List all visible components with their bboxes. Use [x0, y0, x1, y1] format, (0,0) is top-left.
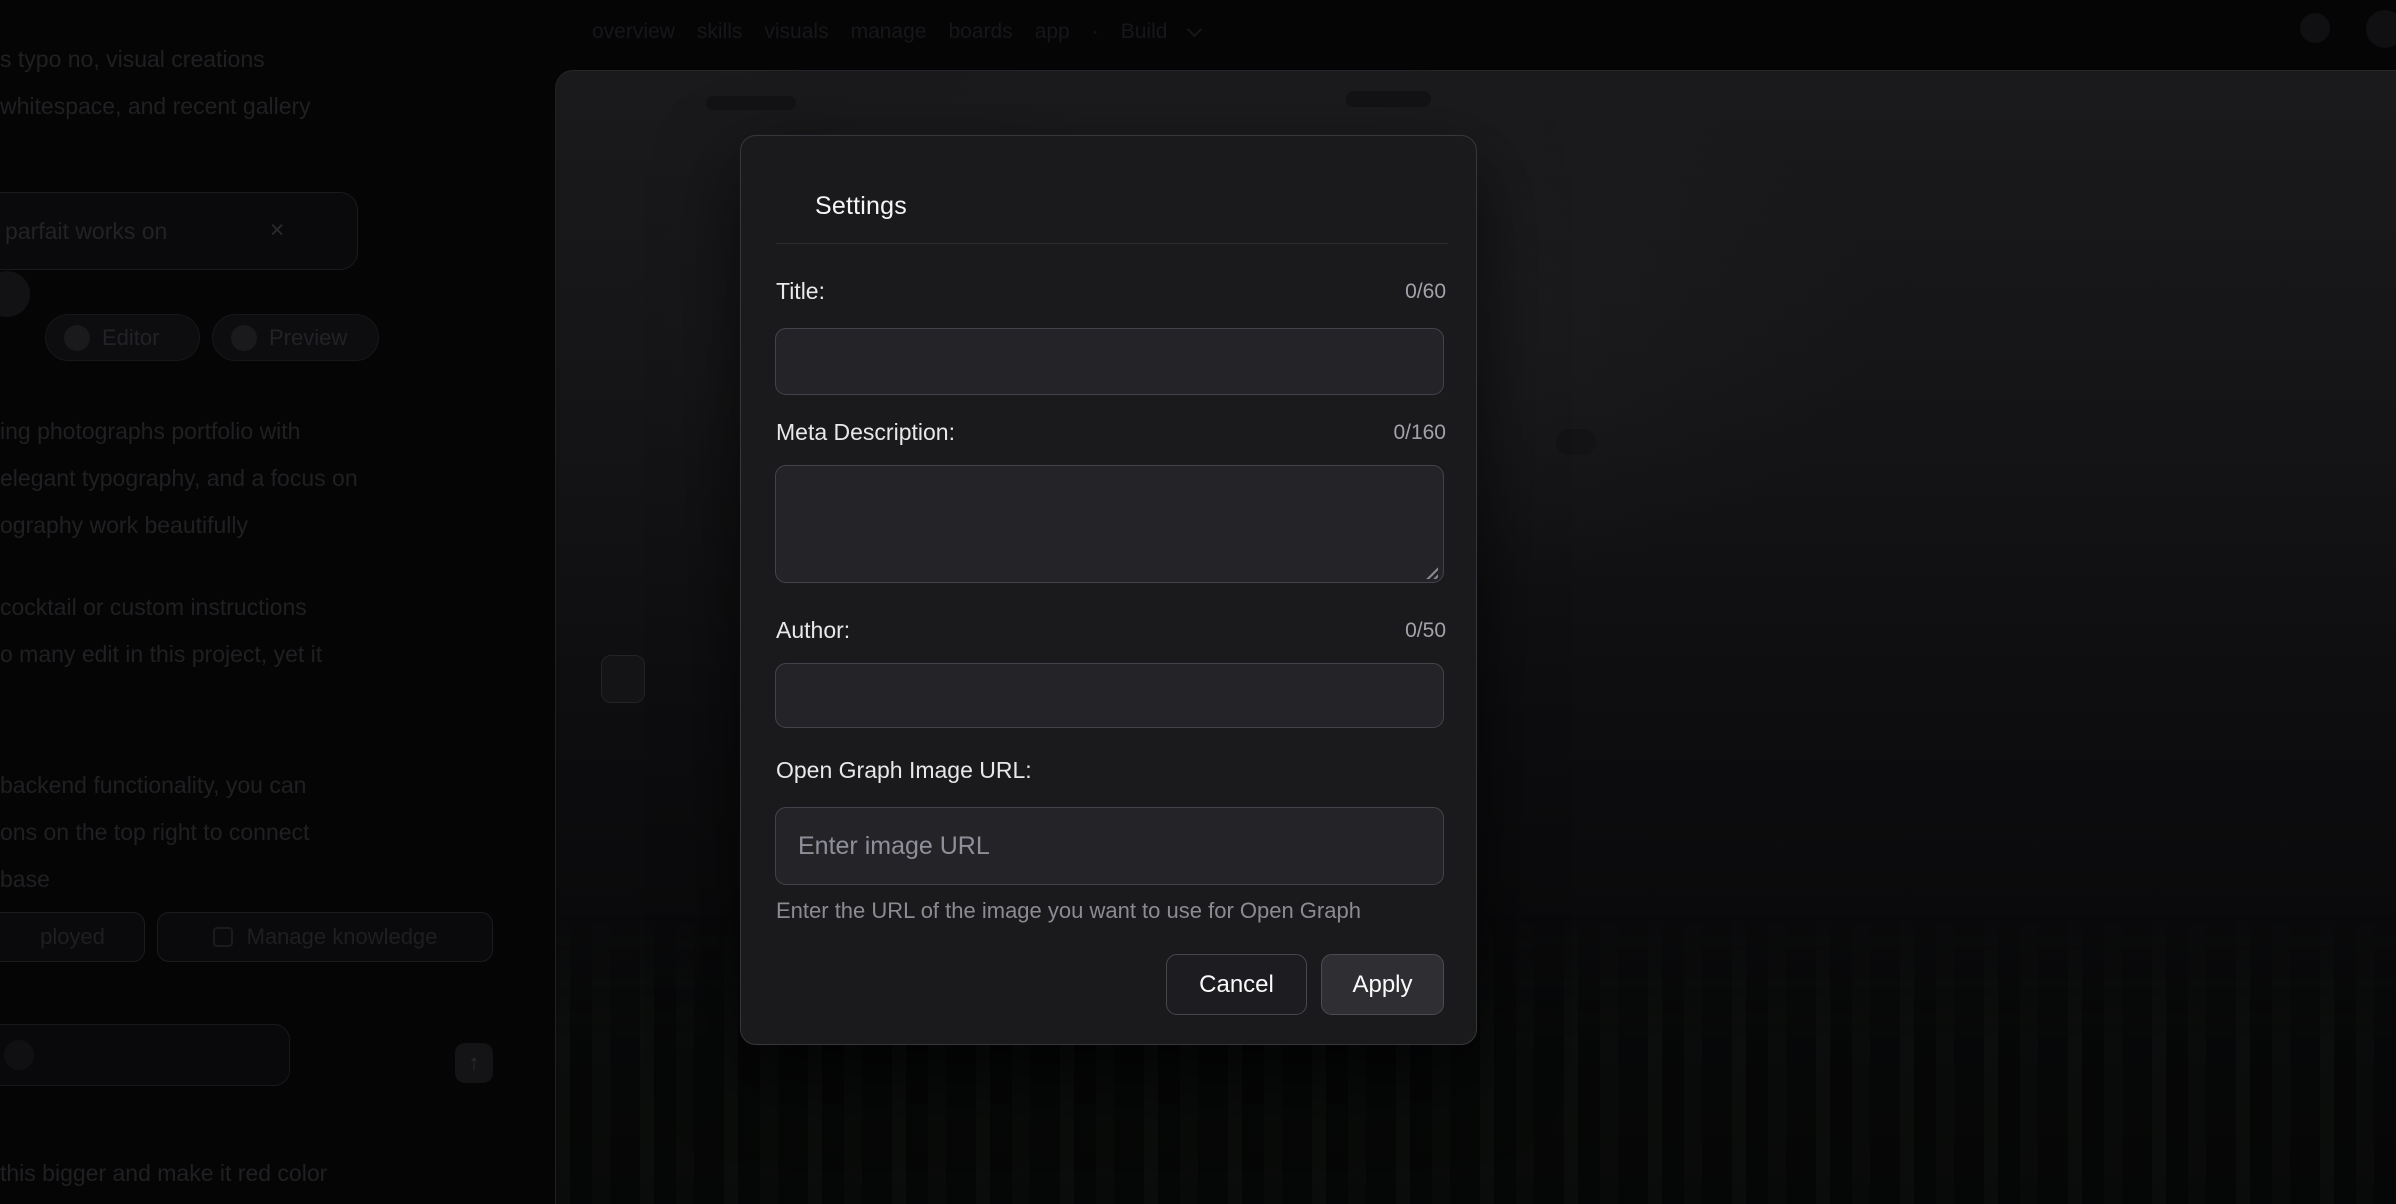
title-label: Title:	[776, 278, 825, 305]
chat-input[interactable]	[0, 1024, 290, 1086]
knowledge-icon	[213, 927, 233, 947]
build-menu[interactable]: Build	[1121, 20, 1168, 44]
editor-icon	[64, 325, 90, 351]
author-label: Author:	[776, 617, 850, 644]
message-line: backend functionality, you can	[0, 762, 309, 809]
assistant-message: s typo no, visual creations whitespace, …	[0, 36, 311, 130]
avatar	[0, 271, 30, 317]
manage-knowledge-label: Manage knowledge	[247, 924, 438, 950]
attachment-chip[interactable]: parfait works on ✕	[0, 192, 358, 270]
deployed-button-label: ployed	[40, 924, 105, 950]
message-line: ons on the top right to connect	[0, 809, 309, 856]
tab-preview-label: Preview	[269, 325, 347, 351]
topbar-token[interactable]: skills	[697, 20, 743, 44]
author-counter: 0/50	[1405, 619, 1446, 643]
chevron-down-icon	[1187, 22, 1203, 38]
preview-blob	[1556, 429, 1596, 455]
topbar-token[interactable]: manage	[851, 20, 927, 44]
chat-sidebar: s typo no, visual creations whitespace, …	[0, 0, 527, 1204]
topbar-token[interactable]: app	[1035, 20, 1070, 44]
settings-modal: Settings Title: 0/60 Meta Description: 0…	[740, 135, 1477, 1045]
meta-description-counter: 0/160	[1393, 421, 1446, 445]
cancel-button[interactable]: Cancel	[1166, 954, 1307, 1015]
send-icon: ↑	[469, 1050, 480, 1076]
og-image-label: Open Graph Image URL:	[776, 757, 1032, 784]
preview-nav-smudge	[706, 96, 796, 110]
author-input[interactable]	[775, 663, 1444, 728]
og-image-input[interactable]	[775, 807, 1444, 885]
notifications-icon[interactable]	[2300, 13, 2330, 43]
tab-editor-label: Editor	[102, 325, 159, 351]
message-line: s typo no, visual creations	[0, 36, 311, 83]
plus-icon[interactable]	[4, 1040, 34, 1070]
topbar-nav: overview skills visuals manage boards ap…	[592, 20, 1200, 44]
avatar[interactable]	[2366, 10, 2396, 48]
apply-button[interactable]: Apply	[1321, 954, 1444, 1015]
meta-description-label: Meta Description:	[776, 419, 955, 446]
og-image-helper-text: Enter the URL of the image you want to u…	[776, 898, 1448, 924]
meta-description-input[interactable]	[775, 465, 1444, 583]
message-line: elegant typography, and a focus on	[0, 455, 358, 502]
manage-knowledge-button[interactable]: Manage knowledge	[157, 912, 493, 962]
title-input[interactable]	[775, 328, 1444, 395]
topbar-token[interactable]: visuals	[764, 20, 828, 44]
preview-floating-button	[601, 655, 645, 703]
assistant-message: ing photographs portfolio with elegant t…	[0, 408, 358, 549]
deployed-button[interactable]: ployed	[0, 912, 145, 962]
title-counter: 0/60	[1405, 280, 1446, 304]
tab-editor[interactable]: Editor	[45, 314, 200, 361]
divider	[776, 243, 1448, 244]
message-line: o many edit in this project, yet it	[0, 631, 322, 678]
message-line: whitespace, and recent gallery	[0, 83, 311, 130]
modal-title: Settings	[815, 192, 907, 221]
user-message: this bigger and make it red color	[0, 1150, 327, 1197]
topbar-token[interactable]: boards	[948, 20, 1012, 44]
tab-preview[interactable]: Preview	[212, 314, 379, 361]
assistant-message: cocktail or custom instructions o many e…	[0, 584, 322, 678]
close-icon[interactable]: ✕	[269, 220, 285, 243]
preview-icon	[231, 325, 257, 351]
topbar-token[interactable]: overview	[592, 20, 675, 44]
message-line: cocktail or custom instructions	[0, 584, 322, 631]
send-button[interactable]: ↑	[455, 1043, 493, 1083]
message-line: base	[0, 856, 309, 903]
attachment-chip-label: parfait works on	[5, 218, 167, 245]
dot-separator: ·	[1092, 20, 1099, 44]
preview-nav-smudge	[1346, 91, 1431, 107]
message-line: ography work beautifully	[0, 502, 358, 549]
message-line: ing photographs portfolio with	[0, 408, 358, 455]
assistant-message: backend functionality, you can ons on th…	[0, 762, 309, 903]
